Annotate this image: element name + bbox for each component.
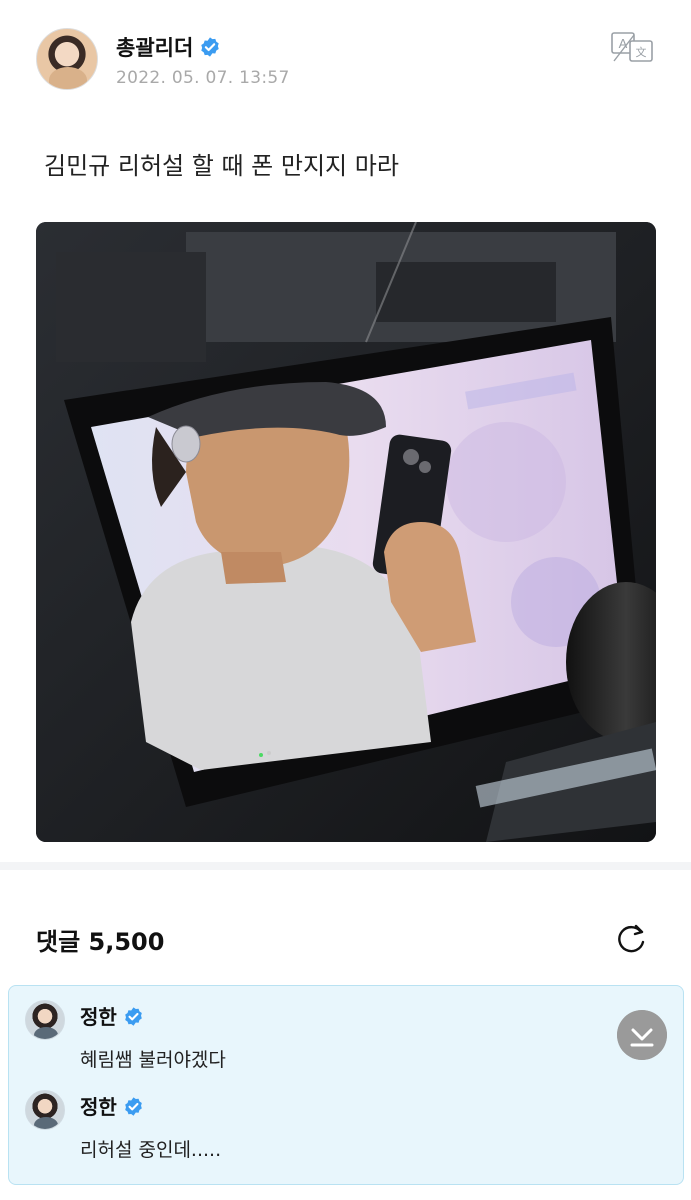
- post-photo[interactable]: [36, 222, 656, 842]
- refresh-icon[interactable]: [612, 920, 650, 958]
- commenter-name-row[interactable]: 정한: [80, 1091, 144, 1120]
- commenter-avatar[interactable]: [25, 1000, 65, 1040]
- section-divider: [0, 862, 691, 870]
- comment-item: 정한 혜림쌤 불러야겠다: [25, 1000, 585, 1080]
- comments-title: 댓글 5,500: [36, 928, 165, 956]
- verified-badge-icon: [201, 37, 219, 57]
- post-header: 총괄리더 2022. 05. 07. 13:57 A 文: [36, 28, 656, 92]
- author-name-row[interactable]: 총괄리더: [116, 32, 221, 62]
- post-date: 2022. 05. 07. 13:57: [116, 68, 290, 88]
- commenter-name[interactable]: 정한: [80, 1005, 117, 1029]
- photo-illustration: [36, 222, 656, 842]
- translate-icon[interactable]: A 文: [610, 30, 656, 64]
- verified-badge-icon: [125, 1097, 142, 1116]
- commenter-name[interactable]: 정한: [80, 1095, 117, 1119]
- comment-text: 혜림쌤 불러야겠다: [80, 1049, 226, 1071]
- author-avatar[interactable]: [36, 28, 98, 90]
- author-name[interactable]: 총괄리더: [116, 36, 193, 60]
- scroll-down-icon[interactable]: [617, 1010, 667, 1060]
- commenter-name-row[interactable]: 정한: [80, 1001, 144, 1030]
- comment-panel: 정한 혜림쌤 불러야겠다 정한 리허설 중인데.....: [8, 985, 684, 1185]
- svg-text:文: 文: [636, 45, 647, 59]
- comment-item: 정한 리허설 중인데.....: [25, 1090, 585, 1170]
- commenter-avatar[interactable]: [25, 1090, 65, 1130]
- post-text: 김민규 리허설 할 때 폰 만지지 마라: [44, 152, 399, 180]
- comment-text: 리허설 중인데.....: [80, 1139, 222, 1161]
- verified-badge-icon: [125, 1007, 142, 1026]
